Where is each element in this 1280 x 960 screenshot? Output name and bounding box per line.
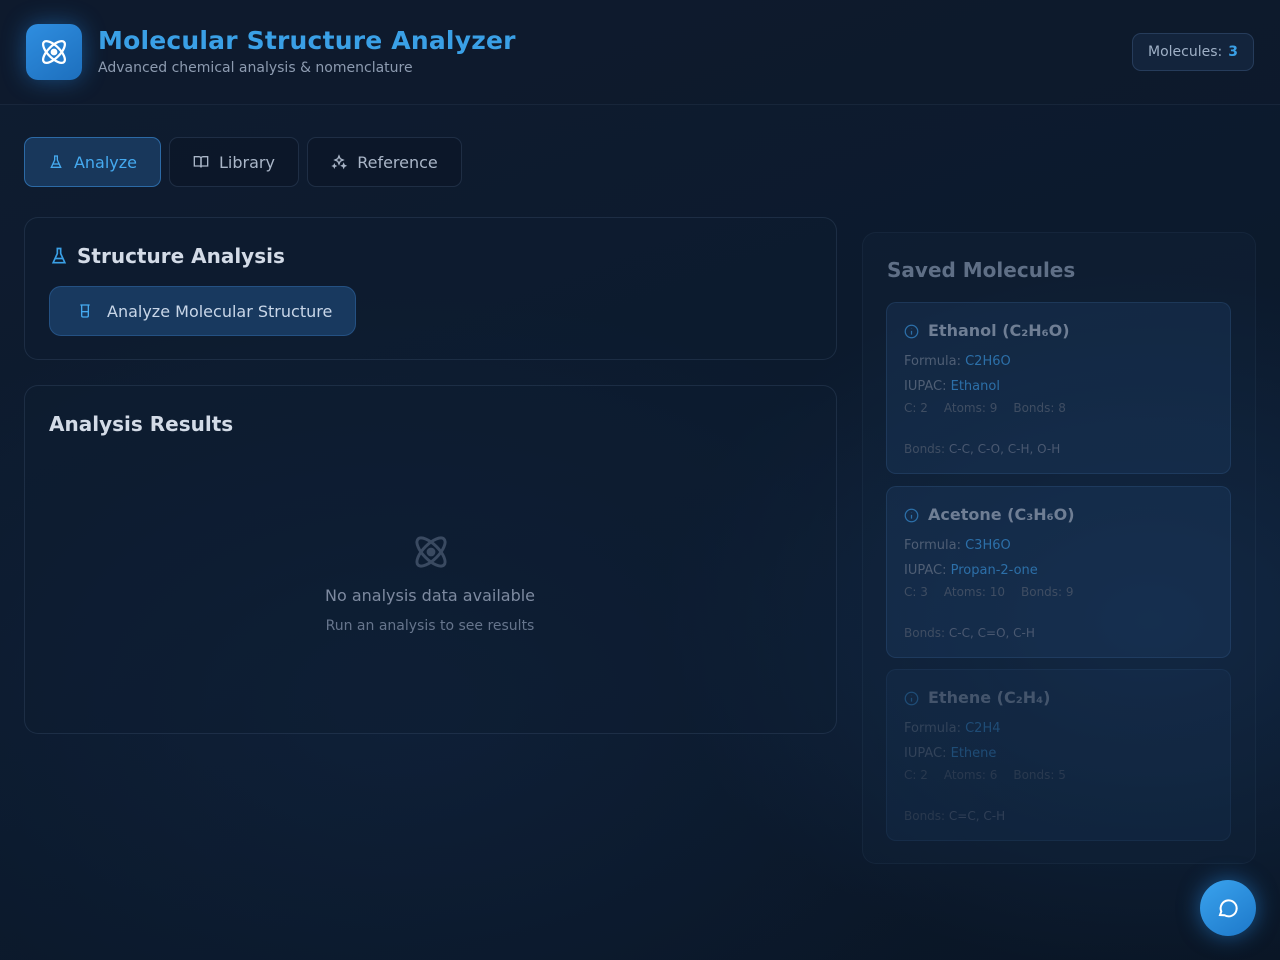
molecule-formula: Formula: C2H4	[904, 721, 1001, 736]
tab-library-label: Library	[219, 152, 275, 172]
structure-analysis-title: Structure Analysis	[77, 244, 285, 268]
carbon-count: C: 3	[904, 585, 928, 599]
iupac-label: IUPAC:	[904, 379, 947, 394]
analyze-structure-button-label: Analyze Molecular Structure	[107, 301, 333, 321]
info-icon	[904, 691, 919, 706]
molecule-stats: C: 2 Atoms: 9 Bonds: 8	[904, 401, 1066, 415]
molecule-count-value: 3	[1228, 44, 1238, 60]
bond-count: Bonds: 5	[1013, 768, 1066, 782]
info-icon	[904, 508, 919, 523]
molecule-bonds: Bonds: C-C, C-O, C-H, O-H	[904, 442, 1060, 456]
tab-library[interactable]: Library	[169, 137, 299, 187]
tab-reference-label: Reference	[357, 152, 438, 172]
iupac-label: IUPAC:	[904, 563, 947, 578]
molecule-formula: Formula: C3H6O	[904, 538, 1011, 553]
info-icon	[904, 324, 919, 339]
analyze-structure-button[interactable]: Analyze Molecular Structure	[49, 286, 356, 336]
molecule-iupac: IUPAC: Propan-2-one	[904, 563, 1038, 578]
bonds-value: C=C, C-H	[948, 809, 1006, 823]
bonds-value: C-C, C-O, C-H, O-H	[948, 442, 1061, 456]
molecule-name: Ethene (C₂H₄)	[928, 688, 1051, 707]
molecule-bonds: Bonds: C-C, C=O, C-H	[904, 626, 1035, 640]
molecule-card[interactable]: Ethene (C₂H₄) Formula: C2H4 IUPAC: Ethen…	[886, 669, 1231, 841]
molecule-stats: C: 2 Atoms: 6 Bonds: 5	[904, 768, 1066, 782]
tab-reference[interactable]: Reference	[307, 137, 462, 187]
molecule-iupac: IUPAC: Ethanol	[904, 379, 1000, 394]
formula-label: Formula:	[904, 538, 961, 553]
chat-button[interactable]	[1200, 880, 1256, 936]
molecule-name: Acetone (C₃H₆O)	[928, 505, 1075, 524]
flask-icon	[50, 155, 62, 168]
bonds-label: Bonds:	[904, 442, 946, 456]
bond-count: Bonds: 9	[1021, 585, 1074, 599]
formula-value: C3H6O	[965, 538, 1011, 553]
molecule-card[interactable]: Acetone (C₃H₆O) Formula: C3H6O IUPAC: Pr…	[886, 486, 1231, 658]
molecule-formula: Formula: C2H6O	[904, 354, 1011, 369]
formula-label: Formula:	[904, 721, 961, 736]
iupac-value: Propan-2-one	[950, 563, 1038, 578]
iupac-label: IUPAC:	[904, 746, 947, 761]
molecule-card[interactable]: Ethanol (C₂H₆O) Formula: C2H6O IUPAC: Et…	[886, 302, 1231, 474]
flask-icon	[51, 247, 67, 264]
saved-molecules-title: Saved Molecules	[887, 258, 1076, 282]
atom-icon	[415, 536, 447, 568]
chat-bubble-icon	[1218, 899, 1238, 918]
beaker-icon	[80, 304, 90, 318]
sparkles-icon	[331, 154, 348, 170]
iupac-value: Ethanol	[950, 379, 1000, 394]
empty-state-subtitle: Run an analysis to see results	[325, 618, 535, 634]
atom-icon	[26, 24, 82, 80]
bonds-value: C-C, C=O, C-H	[948, 626, 1035, 640]
molecule-count-badge: Molecules: 3	[1132, 33, 1254, 71]
atom-count: Atoms: 10	[943, 585, 1005, 599]
formula-value: C2H4	[965, 721, 1001, 736]
molecule-count-label: Molecules:	[1148, 44, 1223, 60]
formula-label: Formula:	[904, 354, 961, 369]
formula-value: C2H6O	[965, 354, 1011, 369]
analysis-results-title: Analysis Results	[49, 412, 234, 436]
carbon-count: C: 2	[904, 401, 928, 415]
app-title: Molecular Structure Analyzer	[98, 26, 516, 55]
iupac-value: Ethene	[950, 746, 997, 761]
bond-count: Bonds: 8	[1013, 401, 1066, 415]
book-icon	[193, 156, 209, 168]
tab-analyze-label: Analyze	[73, 152, 138, 172]
bonds-label: Bonds:	[904, 626, 946, 640]
tab-analyze[interactable]: Analyze	[24, 137, 161, 187]
app-header: Molecular Structure Analyzer Advanced ch…	[0, 0, 1280, 105]
atom-count: Atoms: 6	[943, 768, 998, 782]
molecule-iupac: IUPAC: Ethene	[904, 746, 996, 761]
molecule-bonds: Bonds: C=C, C-H	[904, 809, 1005, 823]
empty-state-title: No analysis data available	[324, 586, 536, 605]
carbon-count: C: 2	[904, 768, 928, 782]
molecule-name: Ethanol (C₂H₆O)	[928, 321, 1070, 340]
molecule-stats: C: 3 Atoms: 10 Bonds: 9	[904, 585, 1074, 599]
atom-count: Atoms: 9	[943, 401, 998, 415]
bonds-label: Bonds:	[904, 809, 946, 823]
app-subtitle: Advanced chemical analysis & nomenclatur…	[98, 60, 413, 76]
